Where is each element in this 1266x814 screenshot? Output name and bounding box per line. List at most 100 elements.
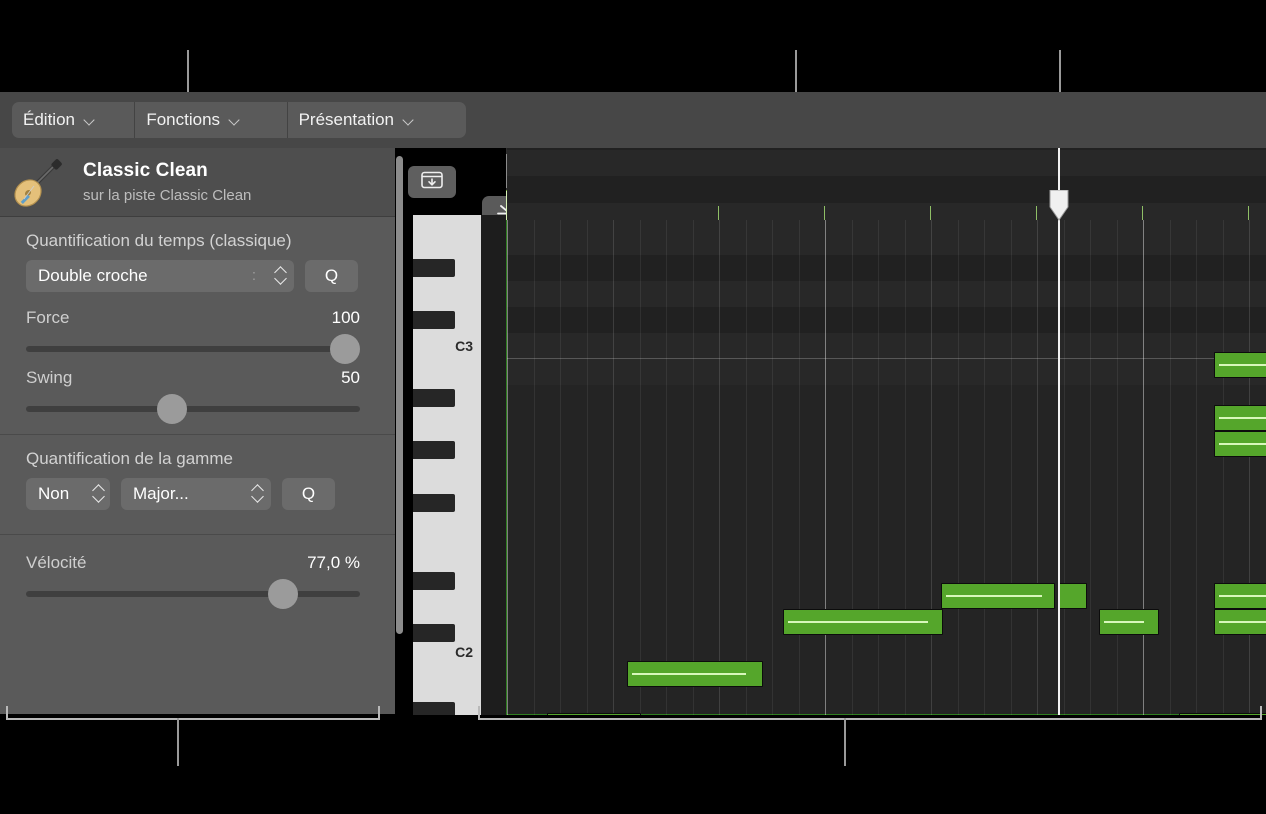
callout-line-editor xyxy=(844,718,846,766)
grid-bar-line xyxy=(1143,220,1144,715)
grid-row xyxy=(507,203,1266,229)
time-quantize-title: Quantification du temps (classique) xyxy=(26,217,395,251)
midi-note[interactable] xyxy=(547,713,641,715)
region-beat-tick xyxy=(1248,206,1249,220)
swing-slider-knob[interactable] xyxy=(157,394,187,424)
scale-type-value: Major... xyxy=(133,484,246,504)
velocity-section: Vélocité 77,0 % xyxy=(0,553,395,597)
velocity-label-row: Vélocité 77,0 % xyxy=(26,553,360,573)
piano-black-key[interactable] xyxy=(413,311,455,329)
collapse-inspector-button[interactable] xyxy=(408,166,456,198)
piano-black-key[interactable] xyxy=(413,494,455,512)
toolbar: Édition Fonctions Présentation xyxy=(0,92,1266,148)
inspector-scrollbar[interactable] xyxy=(395,156,404,636)
grid-bar-line xyxy=(825,220,826,715)
velocity-slider-knob[interactable] xyxy=(268,579,298,609)
grid-beat-line xyxy=(560,220,561,715)
note-velocity-line xyxy=(1219,595,1266,597)
time-quantize-section: Quantification du temps (classique) Doub… xyxy=(0,217,395,412)
region-beat-tick xyxy=(1142,206,1143,220)
stepper-updown-icon[interactable] xyxy=(93,484,106,504)
grid-row xyxy=(507,333,1266,359)
note-velocity-line xyxy=(946,595,1042,597)
midi-note[interactable] xyxy=(1214,405,1266,431)
scale-quantize-row: Non Major... Q xyxy=(26,478,395,510)
piano-black-key[interactable] xyxy=(413,259,455,277)
scale-quantize-q-button[interactable]: Q xyxy=(282,478,335,510)
swing-label-row: Swing 50 xyxy=(26,368,360,388)
note-velocity-line xyxy=(632,673,746,675)
grid-row xyxy=(507,229,1266,255)
scale-quantize-section: Quantification de la gamme Non Major... … xyxy=(0,435,395,510)
grid-beat-line xyxy=(640,220,641,715)
callout-bracket-inspector-right-end xyxy=(378,706,380,720)
stepper-updown-icon[interactable] xyxy=(252,484,265,504)
menu-presentation[interactable]: Présentation xyxy=(288,102,466,138)
piano-black-key[interactable] xyxy=(413,624,455,642)
swing-label: Swing xyxy=(26,368,72,388)
grid-beat-line xyxy=(878,220,879,715)
piano-black-key[interactable] xyxy=(413,389,455,407)
menu-bar: Édition Fonctions Présentation xyxy=(12,102,466,138)
note-velocity-line xyxy=(1219,621,1266,623)
grid-beat-line xyxy=(613,220,614,715)
stepper-updown-icon[interactable] xyxy=(275,266,288,286)
callout-bracket-editor xyxy=(478,718,1262,720)
callout-bracket-editor-left-end xyxy=(478,706,480,720)
note-grid[interactable] xyxy=(506,220,1266,715)
note-velocity-line xyxy=(1219,364,1266,366)
grid-beat-line xyxy=(1037,220,1038,715)
region-beat-tick xyxy=(1036,206,1037,220)
grid-beat-line xyxy=(1117,220,1118,715)
midi-note[interactable] xyxy=(627,661,763,687)
grid-beat-line xyxy=(772,220,773,715)
piano-keyboard[interactable]: C3C2 xyxy=(413,215,481,715)
velocity-label: Vélocité xyxy=(26,553,86,573)
inspector-panel: Classic Clean sur la piste Classic Clean… xyxy=(0,148,395,714)
midi-note[interactable] xyxy=(1214,431,1266,457)
force-slider[interactable] xyxy=(26,346,360,352)
region-beat-tick xyxy=(930,206,931,220)
grid-beat-line xyxy=(719,220,720,715)
grid-beat-line xyxy=(905,220,906,715)
grid-beat-line xyxy=(1090,220,1091,715)
midi-note[interactable] xyxy=(1214,609,1266,635)
velocity-slider[interactable] xyxy=(26,591,360,597)
midi-note[interactable] xyxy=(1099,609,1159,635)
time-quantize-select[interactable]: Double croche : xyxy=(26,260,294,292)
grid-row xyxy=(507,281,1266,307)
force-slider-knob[interactable] xyxy=(330,334,360,364)
inspector-scrollbar-thumb[interactable] xyxy=(396,156,403,634)
grid-row xyxy=(507,255,1266,281)
inspector-divider-2 xyxy=(0,534,395,535)
scale-quantize-title: Quantification de la gamme xyxy=(26,435,395,469)
midi-note[interactable] xyxy=(941,583,1055,609)
swing-slider[interactable] xyxy=(26,406,360,412)
grid-beat-line xyxy=(1223,220,1224,715)
callout-line-inspector xyxy=(177,718,179,766)
midi-note[interactable] xyxy=(1214,583,1266,609)
region-beat-tick xyxy=(824,206,825,220)
midi-note[interactable] xyxy=(1059,583,1087,609)
time-quantize-row: Double croche : Q xyxy=(26,260,395,292)
midi-note[interactable] xyxy=(783,609,943,635)
menu-edition[interactable]: Édition xyxy=(12,102,135,138)
menu-fonctions[interactable]: Fonctions xyxy=(135,102,287,138)
grid-beat-line xyxy=(984,220,985,715)
note-velocity-line xyxy=(788,621,928,623)
grid-bar-line xyxy=(507,220,508,715)
scale-enabled-select[interactable]: Non xyxy=(26,478,110,510)
grid-beat-line xyxy=(931,220,932,715)
midi-note[interactable] xyxy=(1179,713,1266,715)
scale-type-select[interactable]: Major... xyxy=(121,478,271,510)
scale-enabled-value: Non xyxy=(38,484,91,504)
grid-beat-line xyxy=(958,220,959,715)
playhead-handle[interactable] xyxy=(1048,190,1070,222)
grid-beat-line xyxy=(1170,220,1171,715)
piano-black-key[interactable] xyxy=(413,572,455,590)
piano-black-key[interactable] xyxy=(413,441,455,459)
time-quantize-q-button[interactable]: Q xyxy=(305,260,358,292)
midi-note[interactable] xyxy=(1214,352,1266,378)
piano-black-key[interactable] xyxy=(413,702,455,715)
velocity-value: 77,0 % xyxy=(307,553,360,573)
